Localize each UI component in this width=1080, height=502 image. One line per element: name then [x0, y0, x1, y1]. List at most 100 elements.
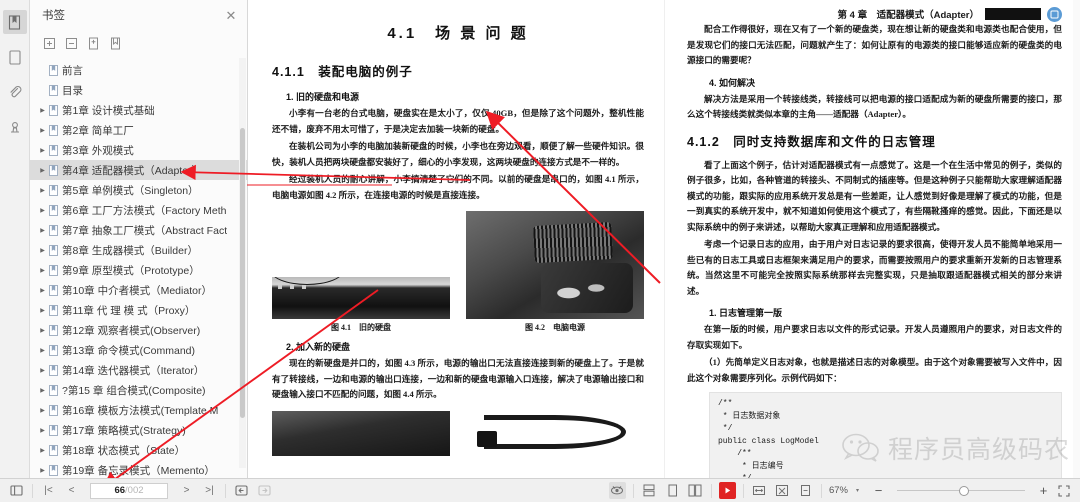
chevron-right-icon[interactable]: ▶ — [38, 187, 47, 194]
bookmarks-list[interactable]: 前言目录 ▶ 第1章 设计模式基础 ▶ 第2章 简单工厂 ▶ 第3章 外观模式 ▶ 第4章 适配… — [30, 56, 247, 478]
play-icon[interactable] — [718, 482, 736, 499]
bookmark-item[interactable]: 目录 — [30, 80, 247, 100]
bookmark-item[interactable]: ▶ 第10章 中介者模式（Mediator） — [30, 280, 247, 300]
page-running-header: 第 4 章 适配器模式（Adapter） — [687, 6, 1062, 22]
collapse-all-icon[interactable] — [64, 36, 79, 51]
bookmark-item[interactable]: ▶ 第19章 备忘录模式（Memento） — [30, 460, 247, 478]
document-page-left: 4.1 场 景 问 题 4.1.1 装配电脑的例子 1. 旧的硬盘和电源 小李有… — [248, 0, 664, 478]
rail-annotations-button[interactable] — [3, 115, 27, 139]
zoom-in-button[interactable]: + — [1037, 483, 1050, 498]
facing-pages-icon[interactable] — [687, 482, 704, 499]
code-sample-block: /** * 日志数据对象 */ public class LogModel /**… — [709, 392, 1062, 478]
scroll-icon[interactable] — [641, 482, 658, 499]
bookmark-icon — [47, 84, 59, 96]
right-paragraph-6: （1）先简单定义日志对象，也就是描述日志的对象模型。由于这个对象需要被写入文件中… — [687, 357, 1062, 383]
document-viewer[interactable]: 4.1 场 景 问 题 4.1.1 装配电脑的例子 1. 旧的硬盘和电源 小李有… — [248, 0, 1080, 478]
expand-all-icon[interactable] — [42, 36, 57, 51]
paragraph-2: 在装机公司为小李的电脑加装新硬盘的时候，小李也在旁边观看，顺便了解一些硬件知识。… — [272, 141, 644, 167]
document-page-right: 第 4 章 适配器模式（Adapter） 配合工作得很好，现在又有了一个新的硬盘… — [664, 0, 1080, 478]
bookmark-item[interactable]: ▶ 第18章 状态模式（State） — [30, 440, 247, 460]
actual-size-icon[interactable] — [797, 482, 814, 499]
bookmark-item[interactable]: ▶ 第11章 代 理 模 式（Proxy） — [30, 300, 247, 320]
right-paragraph-1: 配合工作得很好，现在又有了一个新的硬盘类，现在想让新的硬盘类和电源类也配合使用，… — [687, 24, 1062, 65]
bookmark-icon — [47, 104, 59, 116]
header-badge-icon — [1047, 6, 1062, 22]
bookmark-item[interactable]: ▶ 第17章 策略模式(Strategy) — [30, 420, 247, 440]
bookmark-item[interactable]: ▶ ?第15 章 组合模式(Composite) — [30, 380, 247, 400]
fit-page-icon[interactable] — [774, 482, 791, 499]
hdd-led-row — [278, 285, 312, 289]
left-icon-rail — [0, 0, 30, 478]
prev-page-button[interactable]: < — [63, 482, 80, 499]
rail-attachments-button[interactable] — [3, 80, 27, 104]
right-paragraph-4: 考虑一个记录日志的应用，由于用户对日志记录的要求很高，使得开发人员不能简单地采用… — [687, 239, 1062, 296]
bookmarks-scrollbar[interactable] — [239, 58, 246, 468]
chapter-heading: 4.1 场 景 问 题 — [387, 25, 529, 42]
bookmark-item[interactable]: ▶ 第5章 单例模式（Singleton） — [30, 180, 247, 200]
bookmark-item[interactable]: ▶ 第4章 适配器模式（Adapter） — [30, 160, 247, 180]
forward-view-icon[interactable] — [256, 482, 273, 499]
chevron-right-icon[interactable]: ▶ — [38, 107, 47, 114]
chevron-right-icon[interactable]: ▶ — [38, 347, 47, 354]
chevron-right-icon[interactable]: ▶ — [38, 287, 47, 294]
zoom-out-button[interactable]: − — [872, 483, 885, 498]
chevron-right-icon[interactable]: ▶ — [38, 327, 47, 334]
bookmarks-panel-title: 书签 — [42, 10, 65, 22]
bookmark-item[interactable]: 前言 — [30, 60, 247, 80]
bookmark-item[interactable]: ▶ 第8章 生成器模式（Builder） — [30, 240, 247, 260]
chevron-right-icon[interactable]: ▶ — [38, 307, 47, 314]
document-vertical-scrollbar[interactable] — [1073, 0, 1080, 478]
bookmarks-scroll-thumb[interactable] — [240, 128, 245, 418]
bookmark-icon — [47, 404, 59, 416]
fit-screen-icon[interactable] — [1056, 483, 1072, 499]
fit-width-icon[interactable] — [751, 482, 768, 499]
bookmark-icon — [8, 14, 21, 30]
chevron-right-icon[interactable]: ▶ — [38, 207, 47, 214]
chevron-right-icon[interactable]: ▶ — [38, 147, 47, 154]
add-bookmark-icon[interactable] — [86, 36, 101, 51]
bookmark-item[interactable]: ▶ 第7章 抽象工厂模式（Abstract Fact — [30, 220, 247, 240]
bookmark-item[interactable]: ▶ 第1章 设计模式基础 — [30, 100, 247, 120]
zoom-slider-knob[interactable] — [959, 485, 969, 496]
bookmark-item[interactable]: ▶ 第2章 简单工厂 — [30, 120, 247, 140]
bookmark-item[interactable]: ▶ 第6章 工厂方法模式（Factory Meth — [30, 200, 247, 220]
chevron-right-icon[interactable]: ▶ — [38, 367, 47, 374]
chevron-right-icon[interactable]: ▶ — [38, 427, 47, 434]
chevron-right-icon[interactable]: ▶ — [38, 447, 47, 454]
chevron-right-icon[interactable]: ▶ — [38, 387, 47, 394]
zoom-group: 67% ▾ − + — [829, 483, 1072, 499]
bookmark-item[interactable]: ▶ 第16章 模板方法模式(Template M — [30, 400, 247, 420]
next-page-button[interactable]: > — [178, 482, 195, 499]
bookmark-options-icon[interactable] — [108, 36, 123, 51]
bookmark-item-label: 第16章 模板方法模式(Template M — [62, 404, 219, 417]
page-number-input[interactable]: 66/002 — [90, 482, 168, 499]
chevron-right-icon[interactable]: ▶ — [38, 467, 47, 474]
bookmark-item[interactable]: ▶ 第14章 迭代器模式（Iterator） — [30, 360, 247, 380]
chevron-down-icon[interactable]: ▾ — [856, 487, 859, 494]
chevron-right-icon[interactable]: ▶ — [38, 247, 47, 254]
bookmark-item[interactable]: ▶ 第9章 原型模式（Prototype） — [30, 260, 247, 280]
eye-icon[interactable] — [608, 482, 626, 499]
zoom-level-label[interactable]: 67% — [829, 485, 848, 496]
close-icon[interactable]: ✕ — [223, 7, 239, 23]
bookmark-item-label: 第1章 设计模式基础 — [62, 104, 155, 117]
chevron-right-icon[interactable]: ▶ — [38, 227, 47, 234]
single-page-icon[interactable] — [664, 482, 681, 499]
rail-bookmarks-button[interactable] — [2, 10, 27, 34]
zoom-slider[interactable] — [897, 485, 1025, 497]
bookmark-item[interactable]: ▶ 第13章 命令模式(Command) — [30, 340, 247, 360]
back-view-icon[interactable] — [233, 482, 250, 499]
chevron-right-icon[interactable]: ▶ — [38, 127, 47, 134]
chevron-right-icon[interactable]: ▶ — [38, 167, 47, 174]
bookmark-item[interactable]: ▶ 第3章 外观模式 — [30, 140, 247, 160]
chevron-right-icon[interactable]: ▶ — [38, 407, 47, 414]
first-page-button[interactable]: |< — [40, 482, 57, 499]
header-redaction-bar — [985, 8, 1041, 20]
chevron-right-icon[interactable]: ▶ — [38, 267, 47, 274]
bookmark-item-label: 目录 — [62, 84, 83, 97]
rail-thumbnails-button[interactable] — [3, 45, 27, 69]
bookmark-item-label: 第12章 观察者模式(Observer) — [62, 324, 201, 337]
last-page-button[interactable]: >| — [201, 482, 218, 499]
sidebar-icon[interactable] — [8, 482, 25, 499]
bookmark-item[interactable]: ▶ 第12章 观察者模式(Observer) — [30, 320, 247, 340]
